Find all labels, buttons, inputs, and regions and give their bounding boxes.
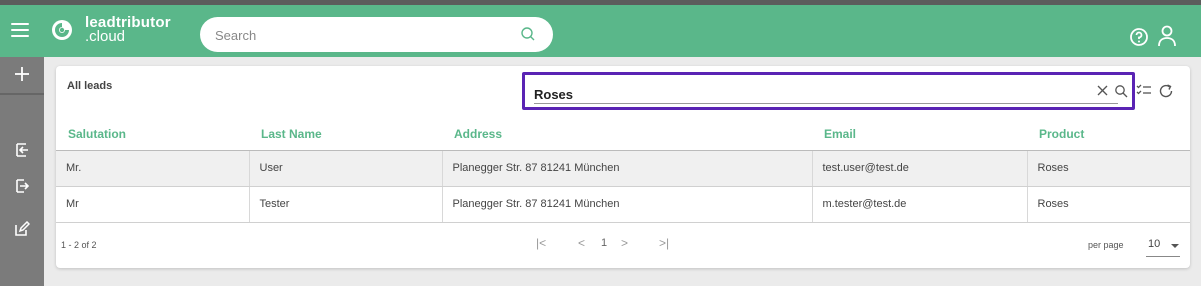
cell-salutation: Mr	[56, 186, 249, 223]
plus-icon	[15, 67, 29, 81]
header-salutation[interactable]: Salutation	[56, 118, 249, 151]
brand-logo[interactable]: leadtributor .cloud	[85, 15, 171, 45]
cell-last-name: Tester	[248, 186, 442, 223]
filter-box	[522, 72, 1135, 110]
filter-input[interactable]	[534, 85, 1074, 103]
cell-email: test.user@test.de	[811, 150, 1027, 187]
edit-button[interactable]	[0, 212, 44, 246]
cell-salutation: Mr.	[56, 150, 249, 187]
first-page-button[interactable]: |<	[536, 236, 546, 250]
search-icon[interactable]	[1114, 84, 1128, 98]
cell-email: m.tester@test.de	[811, 186, 1027, 223]
user-icon[interactable]	[1157, 25, 1177, 47]
import-button[interactable]	[0, 133, 44, 167]
cell-product: Roses	[1026, 186, 1190, 223]
header-product[interactable]: Product	[1027, 118, 1190, 151]
leads-table: Salutation Last Name Address Email Produ…	[56, 118, 1190, 223]
help-icon[interactable]	[1129, 27, 1149, 47]
global-search	[200, 17, 553, 52]
table-row[interactable]: Mr. User Planegger Str. 87 81241 München…	[56, 150, 1190, 187]
menu-icon[interactable]	[11, 23, 29, 39]
export-icon	[16, 179, 30, 193]
prev-page-button[interactable]: <	[578, 236, 585, 250]
search-icon[interactable]	[520, 26, 536, 42]
refresh-icon[interactable]	[1158, 83, 1174, 99]
sidebar	[0, 57, 44, 286]
result-count: 1 - 2 of 2	[61, 240, 97, 250]
search-input[interactable]	[215, 25, 505, 45]
current-page: 1	[601, 237, 608, 249]
cell-last-name: User	[248, 150, 442, 187]
filter-underline	[534, 103, 1118, 104]
brand-domain: .cloud	[85, 28, 126, 45]
import-icon	[16, 143, 28, 157]
sidebar-divider	[0, 93, 44, 95]
table-row[interactable]: Mr Tester Planegger Str. 87 81241 Münche…	[56, 186, 1190, 223]
export-button[interactable]	[0, 169, 44, 203]
header-last-name[interactable]: Last Name	[249, 118, 442, 151]
leads-card: All leads Salutation Last Name Addr	[56, 66, 1190, 268]
cell-address: Planegger Str. 87 81241 München	[441, 186, 812, 223]
table-header-row: Salutation Last Name Address Email Produ…	[56, 118, 1190, 151]
header-address[interactable]: Address	[442, 118, 812, 151]
last-page-button[interactable]: >|	[659, 236, 669, 250]
add-button[interactable]	[0, 57, 44, 91]
checklist-icon[interactable]	[1136, 83, 1152, 99]
header-email[interactable]: Email	[812, 118, 1027, 151]
next-page-button[interactable]: >	[621, 236, 628, 250]
app-header: leadtributor .cloud	[0, 5, 1201, 57]
clear-icon[interactable]	[1096, 84, 1109, 97]
per-page-label: per page	[1088, 240, 1124, 250]
cell-product: Roses	[1026, 150, 1190, 187]
per-page-select[interactable]: 10	[1146, 233, 1180, 257]
edit-icon	[15, 221, 30, 236]
logo-icon	[52, 20, 72, 40]
cell-address: Planegger Str. 87 81241 München	[441, 150, 812, 187]
per-page-value: 10	[1148, 238, 1161, 250]
card-title: All leads	[67, 80, 113, 92]
chevron-down-icon	[1171, 244, 1179, 248]
